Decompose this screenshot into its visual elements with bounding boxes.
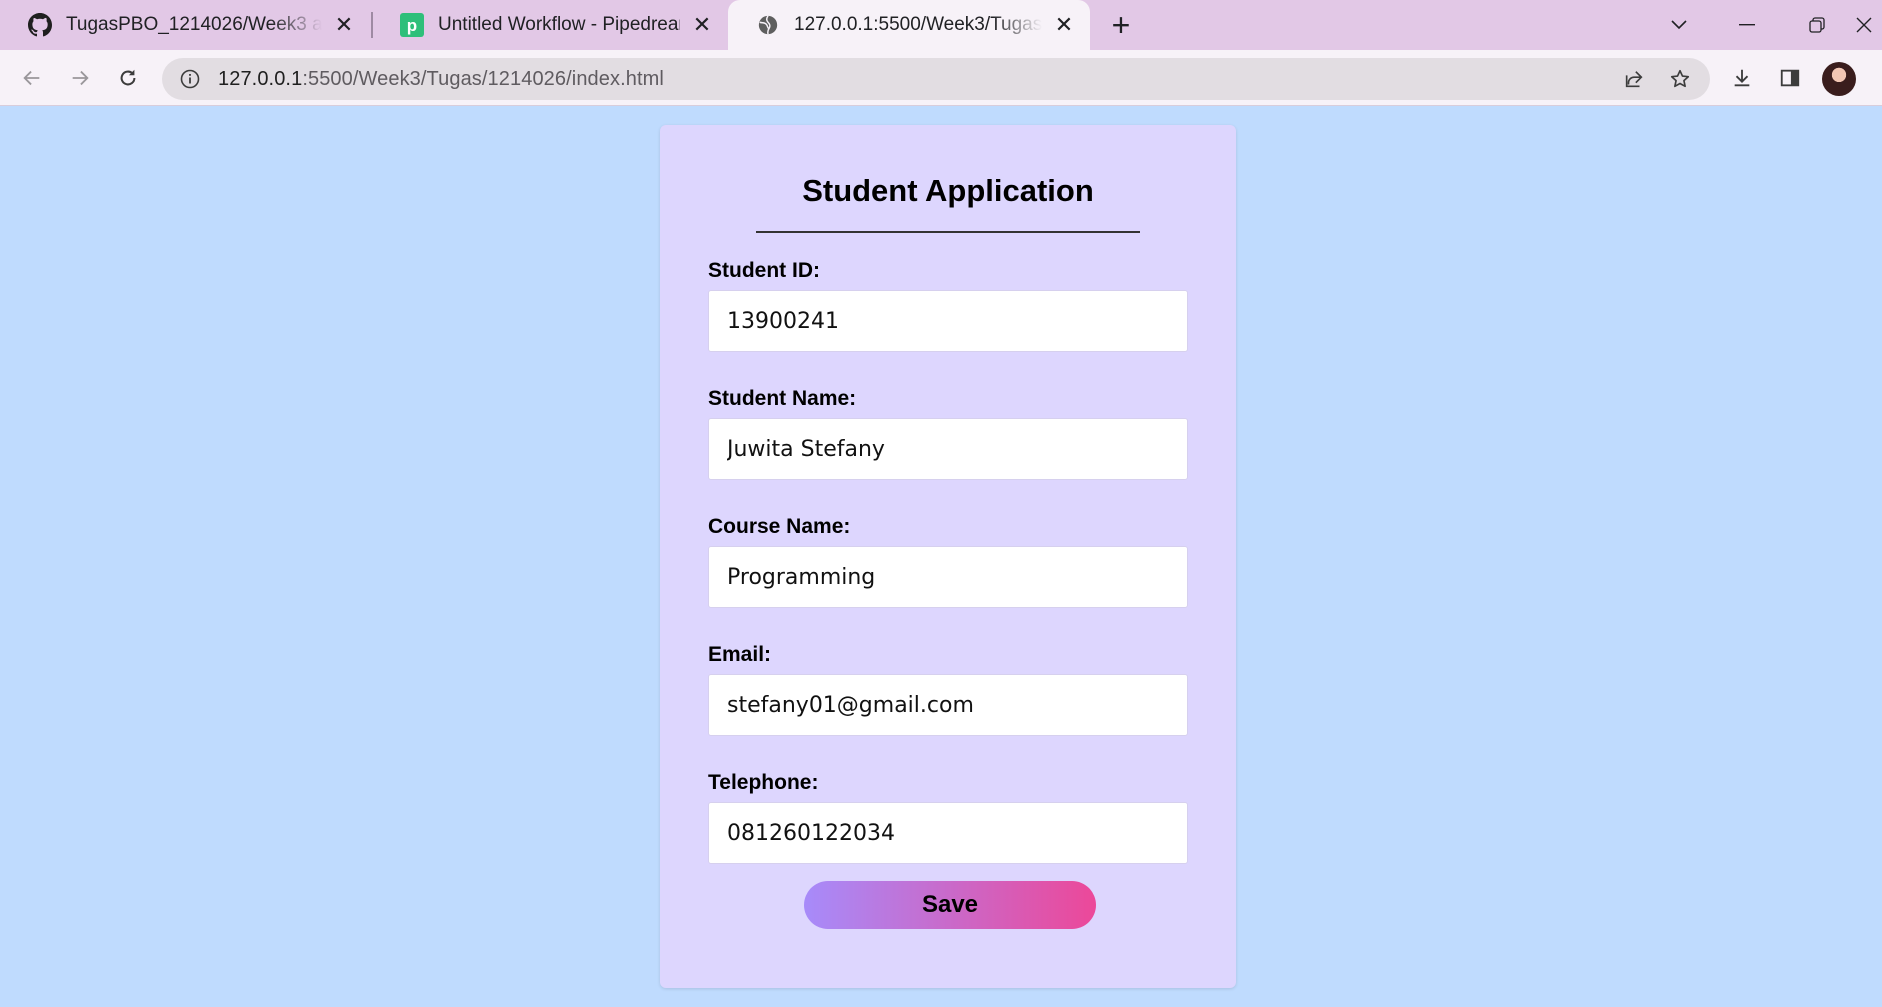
globe-icon [756, 13, 780, 37]
pipedream-icon: p [400, 13, 424, 37]
minimize-icon[interactable] [1720, 0, 1774, 50]
svg-text:p: p [407, 16, 417, 35]
close-icon[interactable]: ✕ [690, 12, 714, 37]
site-info-icon[interactable] [178, 67, 202, 91]
tab-pipedream[interactable]: p Untitled Workflow - Pipedream ✕ [372, 0, 728, 50]
tab-github[interactable]: TugasPBO_1214026/Week3 at ma ✕ [0, 0, 370, 50]
course-name-input[interactable] [708, 546, 1188, 608]
github-icon [28, 13, 52, 37]
course-name-label: Course Name: [708, 515, 851, 538]
email-label: Email: [708, 643, 772, 666]
address-bar[interactable]: 127.0.0.1:5500/Week3/Tugas/1214026/index… [162, 58, 1710, 100]
browser-toolbar: 127.0.0.1:5500/Week3/Tugas/1214026/index… [0, 50, 1882, 106]
url-host: 127.0.0.1 [218, 67, 303, 90]
email-input[interactable] [708, 674, 1188, 736]
page-viewport: Student Application Student ID: Student … [0, 107, 1882, 1007]
tab-title: 127.0.0.1:5500/Week3/Tugas/121 [794, 14, 1042, 35]
telephone-label: Telephone: [708, 771, 819, 794]
student-name-label: Student Name: [708, 387, 857, 410]
forward-arrow-icon[interactable] [62, 60, 98, 96]
share-icon[interactable] [1616, 61, 1652, 97]
back-arrow-icon[interactable] [14, 60, 50, 96]
restore-icon[interactable] [1790, 0, 1844, 50]
tab-title: TugasPBO_1214026/Week3 at ma [66, 14, 322, 35]
tab-title: Untitled Workflow - Pipedream [438, 14, 680, 35]
student-id-input[interactable] [708, 290, 1188, 352]
tab-search-icon[interactable] [1652, 0, 1706, 50]
save-button[interactable]: Save [804, 881, 1096, 929]
download-icon[interactable] [1724, 60, 1760, 96]
url-path: :5500/Week3/Tugas/1214026/index.html [302, 67, 664, 90]
telephone-input[interactable] [708, 802, 1188, 864]
browser-tab-strip: TugasPBO_1214026/Week3 at ma ✕ p Untitle… [0, 0, 1882, 50]
student-id-label: Student ID: [708, 259, 820, 282]
student-application-form: Student Application Student ID: Student … [660, 125, 1236, 988]
side-panel-icon[interactable] [1772, 60, 1808, 96]
close-icon[interactable]: ✕ [1052, 12, 1076, 37]
tab-localhost-active[interactable]: 127.0.0.1:5500/Week3/Tugas/121 ✕ [728, 0, 1090, 50]
student-name-input[interactable] [708, 418, 1188, 480]
close-icon[interactable]: ✕ [332, 12, 356, 37]
reload-icon[interactable] [110, 60, 146, 96]
close-window-icon[interactable] [1856, 0, 1882, 50]
profile-avatar[interactable] [1822, 62, 1856, 96]
form-title: Student Application [802, 173, 1094, 208]
url-text[interactable]: 127.0.0.1:5500/Week3/Tugas/1214026/index… [218, 68, 664, 91]
bookmark-star-icon[interactable] [1662, 61, 1698, 97]
title-divider [756, 231, 1140, 233]
new-tab-button[interactable]: + [1106, 9, 1136, 41]
